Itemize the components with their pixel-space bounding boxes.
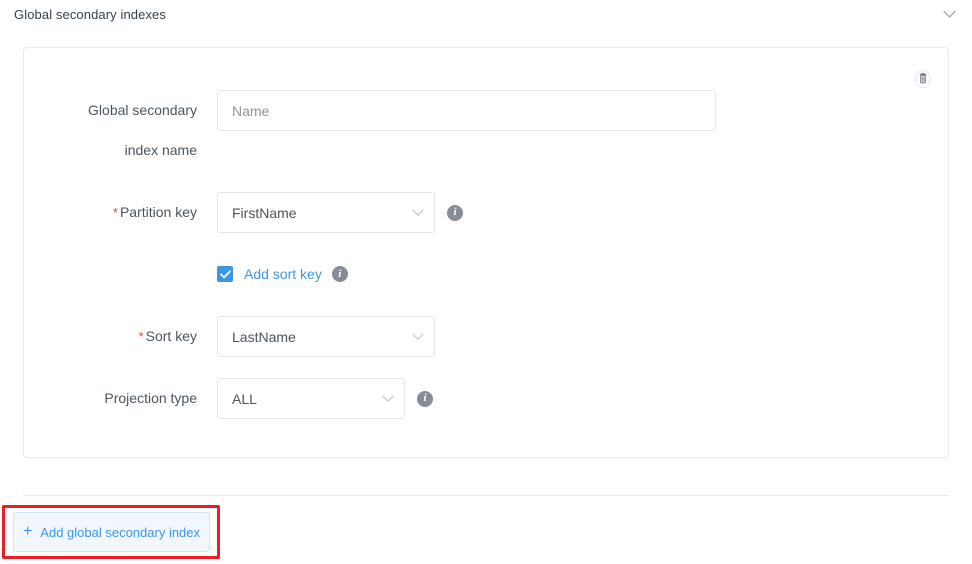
field-row-projection-type: Projection type ALL i [24,378,433,419]
projection-type-value: ALL [232,390,257,407]
partition-key-label: * Partition key [24,192,197,223]
sort-key-control: LastName [217,316,435,357]
add-sort-key-row: Add sort key i [217,266,348,282]
add-global-secondary-index-label: Add global secondary index [40,524,201,540]
chevron-down-icon [382,395,394,403]
field-row-index-name: Global secondary index name [24,90,716,160]
partition-key-required-marker: * [112,205,118,220]
sort-key-required-marker: * [138,329,144,344]
projection-type-info-icon[interactable]: i [417,390,433,407]
trash-icon[interactable] [912,68,934,90]
projection-type-select[interactable]: ALL [217,378,405,419]
footer-divider [23,495,949,496]
index-name-label-line1: Global secondary [88,102,197,118]
projection-type-label-text: Projection type [104,390,197,406]
index-name-control [217,90,716,131]
sort-key-label-text: Sort key [145,328,197,344]
add-sort-key-info-icon[interactable]: i [331,266,348,282]
page-title: Global secondary indexes [14,6,166,22]
sort-key-label: * Sort key [24,316,197,347]
partition-key-info-icon[interactable]: i [447,204,463,221]
index-name-label-line2: index name [124,142,197,158]
partition-key-control: FirstName i [217,192,463,233]
partition-key-label-text: Partition key [119,204,197,220]
index-name-label: Global secondary index name [24,90,197,160]
add-global-secondary-index-button[interactable]: + Add global secondary index [13,512,210,552]
partition-key-select[interactable]: FirstName [217,192,435,233]
sort-key-value: LastName [232,328,296,345]
chevron-down-icon [412,333,424,341]
index-name-input[interactable] [217,90,716,131]
chevron-down-icon [412,209,424,217]
add-sort-key-checkbox[interactable] [217,266,233,282]
projection-type-control: ALL i [217,378,433,419]
projection-type-label: Projection type [24,378,197,408]
field-row-partition-key: * Partition key FirstName i [24,192,463,233]
chevron-down-icon[interactable] [938,3,960,25]
field-row-sort-key: * Sort key LastName [24,316,435,357]
plus-icon: + [22,523,33,540]
section-header: Global secondary indexes [0,0,972,28]
add-sort-key-label[interactable]: Add sort key [244,266,322,282]
partition-key-value: FirstName [232,204,297,221]
global-secondary-index-card: Global secondary index name *Partition k… [23,47,949,458]
sort-key-select[interactable]: LastName [217,316,435,357]
